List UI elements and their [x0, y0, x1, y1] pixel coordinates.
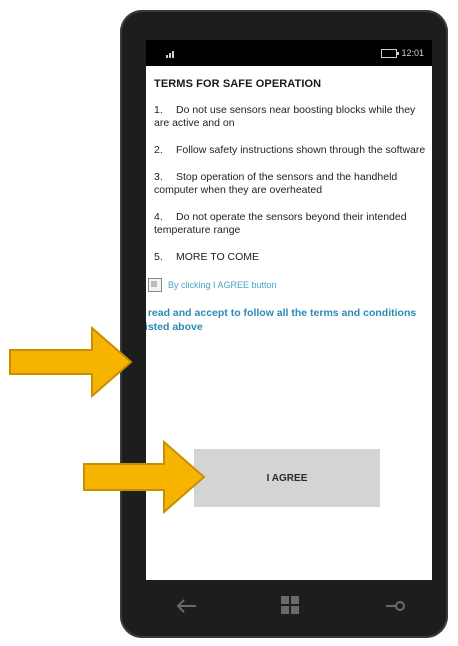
- accept-terms-text: I read and accept to follow all the term…: [146, 307, 417, 333]
- term-text: MORE TO COME: [176, 251, 260, 263]
- windows-icon[interactable]: [281, 596, 299, 614]
- term-number: 1.: [154, 104, 163, 116]
- pointer-arrow-checkbox: [9, 326, 133, 398]
- term-item: 2. Follow safety instructions shown throu…: [154, 144, 426, 157]
- status-time: 12:01: [401, 48, 424, 58]
- status-bar: 12:01: [146, 40, 432, 66]
- agree-checkbox-row[interactable]: By clicking I AGREE button: [148, 278, 426, 292]
- term-item: 3. Stop operation of the sensors and the …: [154, 171, 426, 197]
- status-right: 12:01: [381, 48, 424, 58]
- agree-checkbox[interactable]: [148, 278, 162, 292]
- search-icon[interactable]: [384, 598, 406, 614]
- back-arrow-icon[interactable]: [176, 598, 198, 614]
- signal-icon: [166, 51, 174, 58]
- battery-icon: [381, 48, 400, 58]
- term-text: Do not use sensors near boosting blocks …: [154, 104, 416, 129]
- pointer-arrow-agree-button: [83, 440, 206, 514]
- term-item: 1. Do not use sensors near boosting block…: [154, 104, 426, 130]
- term-number: 4.: [154, 211, 163, 223]
- agree-checkbox-label[interactable]: By clicking I AGREE button: [168, 280, 277, 290]
- term-number: 5.: [154, 251, 163, 263]
- term-item: 5. MORE TO COME: [154, 251, 426, 264]
- term-number: 3.: [154, 171, 163, 183]
- terms-title: TERMS FOR SAFE OPERATION: [154, 78, 322, 90]
- phone-nav-bar: [146, 580, 432, 632]
- term-item: 4. Do not operate the sensors beyond thei…: [154, 211, 426, 237]
- term-text: Stop operation of the sensors and the ha…: [154, 171, 398, 196]
- term-number: 2.: [154, 144, 163, 156]
- term-text: Do not operate the sensors beyond their …: [154, 211, 407, 236]
- i-agree-button[interactable]: I AGREE: [194, 449, 380, 507]
- terms-content: TERMS FOR SAFE OPERATION 1. Do not use se…: [146, 78, 426, 334]
- term-text: Follow safety instructions shown through…: [176, 144, 426, 156]
